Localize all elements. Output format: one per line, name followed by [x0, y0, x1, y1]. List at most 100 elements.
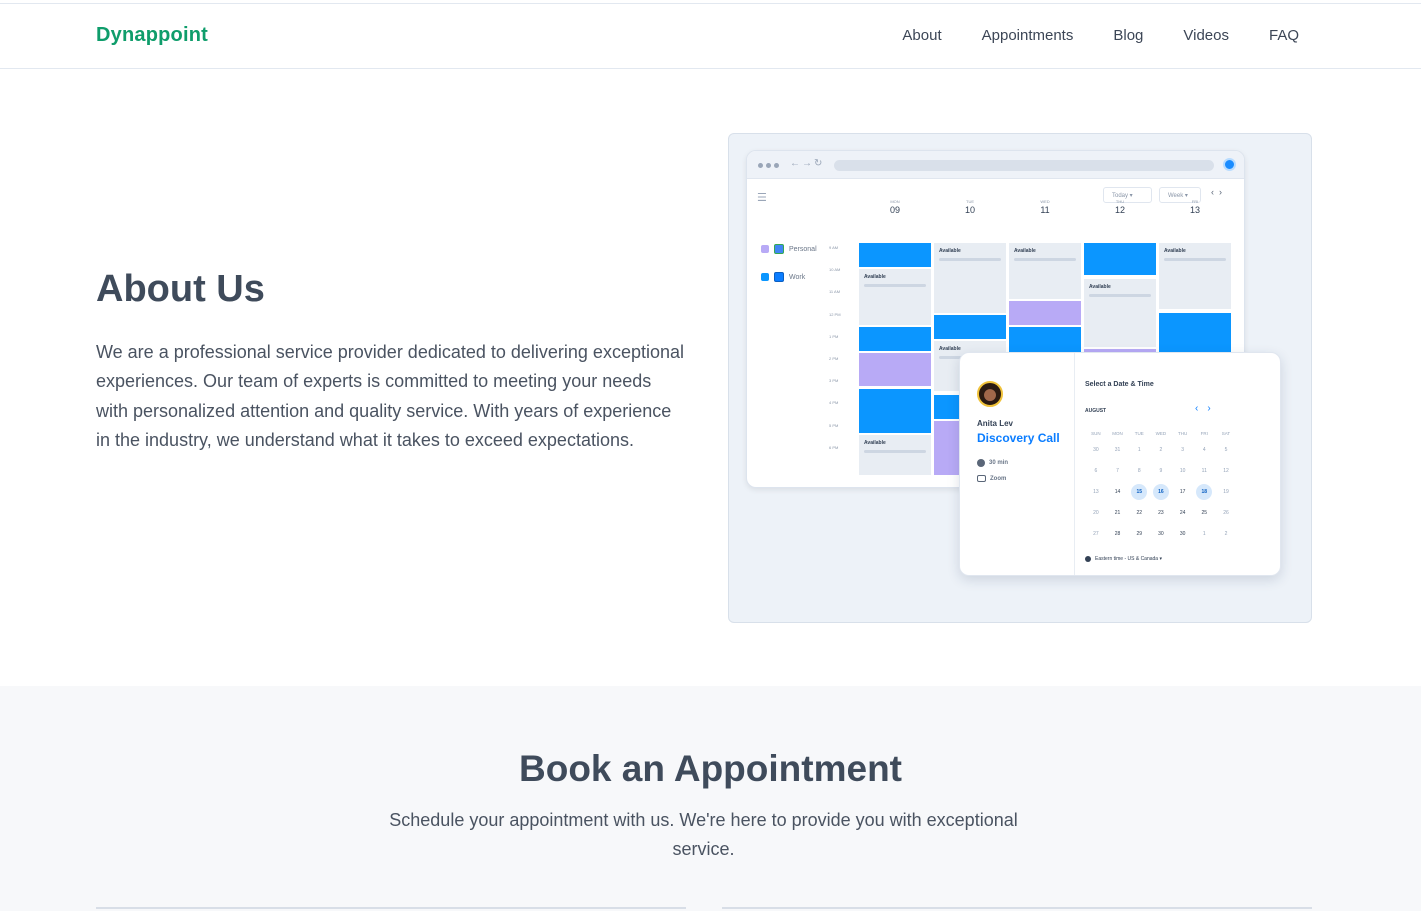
date-cell: 30: [1158, 530, 1164, 537]
date-cell: 17: [1179, 488, 1186, 495]
available-date[interactable]: 16: [1150, 483, 1172, 500]
weekday-label: WED: [1155, 430, 1167, 436]
site-header: Dynappoint About Appointments Blog Video…: [0, 4, 1421, 69]
weekday-label: MON: [1112, 430, 1123, 436]
date-cell: 5: [1224, 446, 1228, 453]
date-cell: 31: [1114, 446, 1121, 453]
date-cell: 21: [1114, 509, 1121, 516]
hour-label: 9 AM: [829, 245, 839, 250]
hour-label: 3 PM: [829, 378, 839, 384]
month-grid: SUN MON TUE WED THU FRI SAT 30 31 1 2 3 4 5 6 7 8 9 10 11 12…: [1085, 427, 1237, 544]
day-header: THU 12: [1114, 199, 1125, 215]
hour-label: 4 PM: [829, 400, 839, 406]
hour-label: 11 AM: [829, 289, 841, 295]
date-cell: 14: [1114, 488, 1121, 495]
profile-icon: [1223, 158, 1236, 171]
host-avatar: [977, 381, 1003, 407]
about-text: We are a professional service provider d…: [96, 342, 684, 450]
date-cell: 23: [1158, 509, 1164, 516]
host-name: Anita Lev: [977, 419, 1014, 428]
date-cell: 26: [1223, 509, 1229, 516]
date-cell: 1: [1202, 530, 1206, 537]
hour-label: 6 PM: [829, 444, 839, 450]
date-cell: 9: [1159, 467, 1163, 474]
timezone: Eastern time - US & Canada ▾: [1085, 556, 1162, 562]
weekday-label: SAT: [1221, 430, 1231, 436]
event-title: Discovery Call: [977, 431, 1060, 445]
nav-videos[interactable]: Videos: [1183, 27, 1229, 44]
calendar-list: Personal Work: [761, 243, 817, 299]
date-cell: 28: [1114, 530, 1121, 537]
booking-card: Anita Lev Discovery Call 30 min Zoom Sel…: [959, 352, 1281, 576]
date-cell: 12: [1223, 467, 1229, 474]
date-cell: 2: [1159, 446, 1163, 453]
hour-label: 1 PM: [829, 333, 839, 339]
clock-icon: [977, 459, 985, 467]
weekday-label: FRI: [1200, 430, 1208, 436]
hamburger-icon: ☰: [757, 192, 767, 204]
browser-bar: ←→↻: [747, 151, 1244, 179]
picker-month: AUGUST: [1085, 408, 1107, 414]
date-cell: 7: [1116, 467, 1119, 474]
video-icon: [977, 475, 986, 482]
hour-label: 2 PM: [829, 356, 839, 361]
month-nav-icon: ‹›: [1195, 403, 1220, 414]
date-cell: 30: [1179, 530, 1186, 537]
date-picker: Select a Date & Time AUGUST ‹› SUN MON TUE…: [1085, 353, 1275, 575]
date-cell: 25: [1201, 509, 1208, 516]
hour-label: 10 AM: [829, 267, 841, 273]
day-header: TUE 10: [964, 199, 975, 215]
hour-label: 5 PM: [829, 422, 839, 428]
book-section: Book an Appointment Schedule your appoin…: [0, 686, 1421, 911]
day-header: MON 09: [889, 199, 900, 215]
available-date[interactable]: 15: [1128, 483, 1150, 500]
date-cell: 30: [1093, 446, 1099, 453]
booking-panel-right: [722, 907, 1312, 911]
calendar-work: Work: [761, 271, 817, 283]
day-header: WED 11: [1040, 199, 1050, 215]
calendar-personal: Personal: [761, 243, 817, 255]
hour-label: 12 PM: [829, 311, 841, 317]
duration: 30 min: [977, 459, 1008, 467]
date-cell: 3: [1181, 446, 1184, 453]
main-nav: About Appointments Blog Videos FAQ: [902, 27, 1299, 44]
location: Zoom: [977, 475, 1006, 482]
scheduling-illustration: ←→↻ ☰ Today ▾ Week ▾ ‹› Personal Work MO…: [728, 133, 1312, 623]
nav-appointments[interactable]: Appointments: [982, 27, 1074, 44]
weekday-label: THU: [1177, 430, 1188, 436]
nav-faq[interactable]: FAQ: [1269, 27, 1299, 44]
nav-about[interactable]: About: [902, 27, 941, 44]
date-cell: 1: [1137, 446, 1141, 453]
date-cell: 13: [1093, 488, 1099, 495]
weekday-label: TUE: [1134, 430, 1144, 436]
event-details: Anita Lev Discovery Call 30 min Zoom: [960, 353, 1075, 575]
weekday-label: SUN: [1091, 430, 1101, 436]
about-title: About Us: [96, 268, 265, 310]
date-cell: 19: [1223, 488, 1229, 495]
date-cell: 20: [1093, 509, 1099, 516]
date-cell: 8: [1137, 467, 1141, 474]
browser-nav-icon: ←→↻: [790, 158, 825, 169]
date-cell: 24: [1179, 509, 1186, 516]
nav-blog[interactable]: Blog: [1113, 27, 1143, 44]
date-cell: 4: [1202, 446, 1206, 453]
date-cell: 2: [1224, 530, 1228, 537]
day-header: FRI 13: [1189, 199, 1200, 215]
date-cell: 27: [1093, 530, 1099, 537]
date-cell: 10: [1179, 467, 1186, 474]
available-date[interactable]: 18: [1193, 483, 1215, 500]
date-cell: 29: [1136, 530, 1142, 537]
logo[interactable]: Dynappoint: [96, 24, 208, 47]
date-cell: 11: [1201, 467, 1207, 474]
google-calendar-icon: [774, 244, 784, 254]
picker-prompt: Select a Date & Time: [1085, 381, 1154, 388]
book-title: Book an Appointment: [519, 748, 902, 789]
url-bar: [834, 160, 1214, 171]
outlook-icon: [774, 272, 784, 282]
book-subtitle: Schedule your appointment with us. We're…: [389, 810, 1018, 859]
booking-panel-left: [96, 907, 686, 911]
globe-icon: [1085, 556, 1091, 562]
date-cell: 6: [1094, 467, 1098, 474]
date-cell: 22: [1136, 509, 1142, 516]
prev-next-icon: ‹›: [1211, 187, 1227, 197]
